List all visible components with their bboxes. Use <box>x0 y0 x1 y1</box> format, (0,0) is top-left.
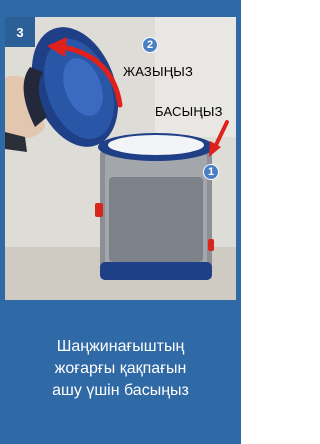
label-press: БАСЫҢЫЗ <box>155 104 223 119</box>
caption-line-2: жоғарғы қақпағын <box>54 360 187 377</box>
instruction-card: ЖАЗЫҢЫЗ БАСЫҢЫЗ 2 1 3 Шаңжинағыштың жоға… <box>0 0 241 444</box>
label-close: ЖАЗЫҢЫЗ <box>123 64 194 79</box>
step-number-badge: 3 <box>5 17 35 47</box>
caption-line-3: ашу үшін басыңыз <box>52 382 189 399</box>
caption-panel: Шаңжинағыштың жоғарғы қақпағын ашу үшін … <box>0 300 241 444</box>
marker-1: 1 <box>203 164 219 180</box>
vacuum-dust-container-photo: ЖАЗЫҢЫЗ БАСЫҢЫЗ 2 1 <box>5 17 236 300</box>
caption-text: Шаңжинағыштың жоғарғы қақпағын ашу үшін … <box>52 336 189 402</box>
photo-illustration <box>5 17 236 300</box>
caption-line-1: Шаңжинағыштың <box>56 338 185 355</box>
marker-2: 2 <box>142 37 158 53</box>
